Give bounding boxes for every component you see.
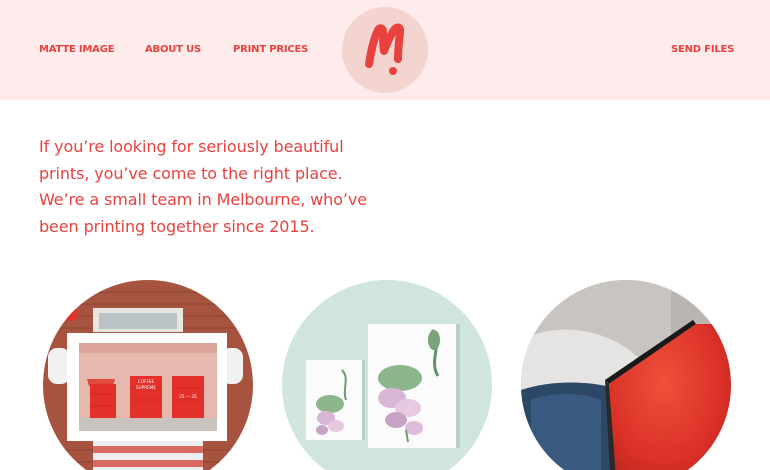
- nav-about-us[interactable]: ABOUT US: [145, 44, 201, 55]
- sign-line1: COFFEE: [138, 379, 155, 384]
- sign-line2: SUPREME: [136, 385, 156, 390]
- nav-print-prices[interactable]: PRINT PRICES: [233, 44, 308, 55]
- intro-text: If you’re looking for seriously beautifu…: [39, 137, 367, 236]
- logo-m-mark: [365, 23, 405, 75]
- nav-send-files[interactable]: SEND FILES: [671, 44, 734, 55]
- nav-matte-image[interactable]: MATTE IMAGE: [39, 44, 115, 55]
- photo-red-metal-print[interactable]: [521, 280, 731, 470]
- logo[interactable]: [342, 7, 428, 93]
- photo-botanical-prints[interactable]: [282, 280, 492, 470]
- photo-framed-print[interactable]: COFFEE SUPREME 25 — 35: [43, 280, 253, 470]
- door-numbers: 25 — 35: [179, 394, 197, 399]
- site-header: MATTE IMAGE ABOUT US PRINT PRICES SEND F…: [0, 0, 770, 100]
